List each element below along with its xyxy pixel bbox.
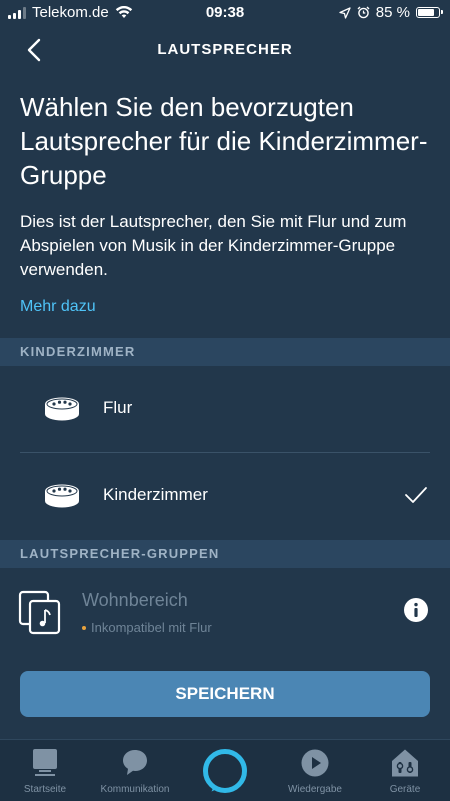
tab-alexa[interactable]: [180, 740, 270, 801]
alexa-ring-icon: [203, 749, 247, 793]
echo-speaker-icon: [45, 484, 79, 508]
group-status: Inkompatibel mit Flur: [82, 620, 212, 635]
tab-label: Startseite: [23, 784, 67, 795]
tab-wiedergabe[interactable]: Wiedergabe: [270, 740, 360, 801]
device-row-kinderzimmer[interactable]: Kinderzimmer: [0, 453, 450, 539]
tab-bar: Startseite Kommunikation Wiedergabe Gerä…: [0, 739, 450, 801]
status-bar: Telekom.de 09:38 85 %: [0, 0, 450, 26]
learn-more-link[interactable]: Mehr dazu: [20, 298, 96, 316]
nav-bar: LAUTSPRECHER: [0, 26, 450, 74]
section-header-kinderzimmer: KINDERZIMMER: [0, 338, 450, 366]
device-row-flur[interactable]: Flur: [0, 366, 450, 452]
warning-dot-icon: [82, 625, 86, 630]
status-right: 85 %: [339, 4, 443, 21]
location-arrow-icon: [339, 6, 351, 19]
alarm-clock-icon: [357, 6, 370, 19]
group-name: Wohnbereich: [82, 590, 188, 610]
tab-startseite[interactable]: Startseite: [0, 740, 90, 801]
checkmark-icon: [405, 487, 427, 503]
tab-label: Wiedergabe: [288, 784, 342, 795]
tab-kommunikation[interactable]: Kommunikation: [90, 740, 180, 801]
speaker-group-icon: [18, 590, 61, 635]
group-row-wohnbereich: Wohnbereich Inkompatibel mit Flur: [0, 568, 450, 668]
tab-geraete[interactable]: Geräte: [360, 740, 450, 801]
play-icon: [301, 749, 329, 777]
main-heading: Wählen Sie den bevorzugten Lautsprecher …: [20, 92, 428, 190]
device-label: Flur: [103, 398, 133, 417]
home-icon: [33, 749, 57, 776]
tab-label: Kommunikation: [100, 784, 170, 795]
section-header-speaker-groups: LAUTSPRECHER-GRUPPEN: [0, 540, 450, 568]
echo-speaker-icon: [45, 397, 79, 421]
page-title: LAUTSPRECHER: [157, 41, 293, 58]
chat-bubble-icon: [123, 750, 147, 775]
description-text: Dies ist der Lautsprecher, den Sie mit F…: [20, 212, 407, 279]
group-status-text: Inkompatibel mit Flur: [91, 620, 212, 635]
battery-fill: [418, 9, 435, 16]
battery-percent: 85 %: [375, 4, 410, 21]
save-button[interactable]: SPEICHERN: [20, 671, 430, 717]
tab-label: Geräte: [389, 784, 421, 795]
battery-icon: [416, 7, 443, 18]
info-icon[interactable]: [404, 598, 428, 622]
devices-house-icon: [392, 749, 418, 777]
device-label: Kinderzimmer: [103, 485, 208, 504]
